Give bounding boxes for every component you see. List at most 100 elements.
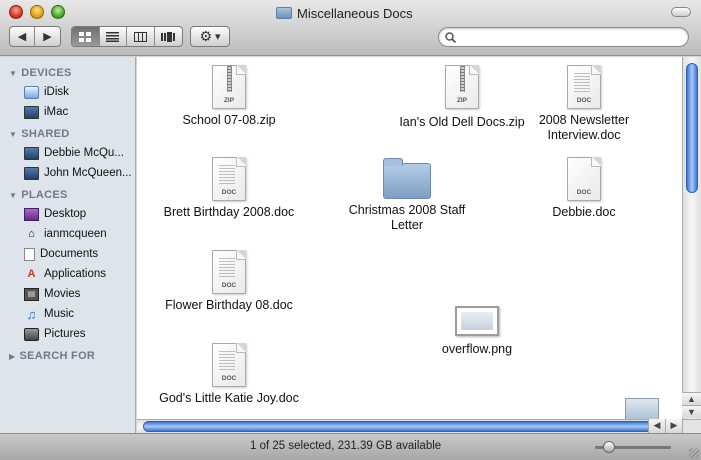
sidebar-header-label: DEVICES	[21, 67, 72, 79]
desktop-icon	[24, 207, 39, 221]
file-item[interactable]: DOC 2008 Newsletter Interview.doc	[531, 65, 637, 143]
window-title: Miscellaneous Docs	[276, 5, 413, 21]
scroll-left-button[interactable]: ◀	[648, 419, 665, 433]
nav-buttons: ◀ ▶	[9, 26, 61, 47]
document-icon: DOC	[567, 65, 601, 109]
shared-computer-icon	[24, 166, 39, 180]
sidebar-item-imac[interactable]: iMac	[0, 102, 135, 122]
down-arrow-icon: ▼	[687, 407, 696, 417]
sidebar-header-search[interactable]: ▶ SEARCH FOR	[0, 347, 135, 365]
horizontal-scroll-thumb[interactable]	[143, 421, 653, 432]
close-button[interactable]	[9, 5, 23, 19]
coverflow-view-icon	[161, 31, 176, 42]
back-button[interactable]: ◀	[10, 27, 36, 46]
file-item[interactable]: DOC God's Little Katie Joy.doc	[149, 343, 309, 406]
document-icon: DOC	[567, 157, 601, 201]
column-view-icon	[133, 31, 147, 42]
forward-button[interactable]: ▶	[35, 27, 60, 46]
file-name: Christmas 2008 Staff Letter	[348, 203, 466, 232]
documents-icon	[24, 247, 35, 261]
file-item[interactable]: DOC Debbie.doc	[539, 157, 629, 220]
music-icon: ♫	[26, 306, 37, 322]
sidebar-item-pictures[interactable]: Pictures	[0, 324, 135, 344]
sidebar-item-label: Music	[44, 308, 75, 320]
sidebar-header-shared[interactable]: ▼ SHARED	[0, 125, 135, 143]
minimize-button[interactable]	[30, 5, 44, 19]
left-arrow-icon: ◀	[653, 420, 661, 430]
chevron-down-icon: ▾	[215, 31, 221, 43]
file-name: Ian's Old Dell Docs.zip	[399, 115, 525, 129]
document-icon: DOC	[212, 343, 246, 387]
finder-window: Miscellaneous Docs ◀ ▶ ⚙ ▾ ▼ DEVICES iDi…	[0, 0, 701, 460]
sidebar-item-label: Pictures	[44, 328, 86, 340]
disclosure-triangle-icon[interactable]: ▼	[9, 69, 17, 78]
search-input[interactable]	[460, 29, 675, 45]
disclosure-triangle-icon[interactable]: ▼	[9, 191, 17, 200]
sidebar-header-places[interactable]: ▼ PLACES	[0, 186, 135, 204]
sidebar-item-label: iMac	[44, 106, 69, 118]
sidebar-item-label: Desktop	[44, 208, 87, 220]
idisk-icon	[24, 85, 39, 99]
file-item[interactable]: ZIP Ian's Old Dell Docs.zip	[387, 65, 537, 130]
resize-grip-icon[interactable]	[689, 448, 699, 458]
scroll-corner	[682, 419, 701, 433]
column-view-button[interactable]	[127, 27, 155, 46]
sidebar-item-label: Applications	[44, 268, 107, 280]
sidebar-item-idisk[interactable]: iDisk	[0, 82, 135, 102]
imac-icon	[24, 105, 39, 119]
icon-size-slider-knob[interactable]	[602, 441, 615, 453]
sidebar-header-label: SHARED	[21, 128, 70, 140]
sidebar-header-devices[interactable]: ▼ DEVICES	[0, 64, 135, 82]
file-item[interactable]	[622, 398, 662, 419]
file-item[interactable]: overflow.png	[427, 294, 527, 357]
horizontal-scrollbar[interactable]	[137, 419, 682, 433]
action-menu-button[interactable]: ⚙ ▾	[190, 26, 230, 47]
sidebar-item-john[interactable]: John McQueen...	[0, 163, 135, 183]
icon-view-area[interactable]: ZIP School 07-08.zip ZIP Ian's Old Dell …	[137, 57, 682, 419]
forward-arrow-icon: ▶	[43, 31, 52, 43]
file-name: School 07-08.zip	[182, 113, 276, 127]
home-icon: ⌂	[28, 227, 35, 240]
file-name: Debbie.doc	[552, 205, 616, 219]
icon-size-slider[interactable]	[595, 441, 671, 453]
action-button[interactable]: ⚙ ▾	[191, 27, 229, 46]
search-icon	[445, 31, 456, 43]
sidebar-item-movies[interactable]: ▤ Movies	[0, 284, 135, 304]
vertical-scrollbar[interactable]	[682, 57, 701, 419]
folder-icon	[276, 7, 292, 19]
vertical-scroll-thumb[interactable]	[686, 63, 698, 193]
sidebar-item-music[interactable]: ♫ Music	[0, 304, 135, 324]
scroll-down-button[interactable]: ▼	[682, 405, 701, 418]
file-item[interactable]: Christmas 2008 Staff Letter	[337, 157, 477, 233]
list-view-button[interactable]	[100, 27, 127, 46]
up-arrow-icon: ▲	[687, 394, 696, 404]
coverflow-view-button[interactable]	[155, 27, 182, 46]
search-field[interactable]	[438, 27, 689, 47]
file-item[interactable]: ZIP School 07-08.zip	[159, 65, 299, 128]
file-name: God's Little Katie Joy.doc	[159, 391, 299, 405]
scroll-right-button[interactable]: ▶	[665, 419, 682, 433]
icon-view-button[interactable]	[72, 27, 100, 46]
sidebar-item-documents[interactable]: Documents	[0, 244, 135, 264]
zip-file-icon: ZIP	[445, 65, 479, 109]
file-item[interactable]: DOC Flower Birthday 08.doc	[159, 250, 299, 313]
sidebar-item-desktop[interactable]: Desktop	[0, 204, 135, 224]
sidebar-item-debbie[interactable]: Debbie McQu...	[0, 143, 135, 163]
sidebar-item-home[interactable]: ⌂ ianmcqueen	[0, 224, 135, 244]
folder-icon	[383, 158, 431, 199]
disclosure-triangle-icon[interactable]: ▶	[9, 352, 15, 361]
sidebar: ▼ DEVICES iDisk iMac ▼ SHARED Debbie McQu.…	[0, 57, 136, 433]
shared-computer-icon	[24, 146, 39, 160]
icon-view-icon	[79, 31, 92, 42]
file-item[interactable]: DOC Brett Birthday 2008.doc	[159, 157, 299, 220]
scroll-up-button[interactable]: ▲	[682, 392, 701, 405]
sidebar-item-applications[interactable]: A Applications	[0, 264, 135, 284]
toolbar-toggle-button[interactable]	[671, 7, 691, 17]
sidebar-item-label: Debbie McQu...	[44, 147, 124, 159]
disclosure-triangle-icon[interactable]: ▼	[9, 130, 17, 139]
sidebar-item-label: John McQueen...	[44, 167, 132, 179]
window-title-text: Miscellaneous Docs	[297, 5, 413, 21]
applications-icon: A	[27, 267, 36, 280]
zoom-button[interactable]	[51, 5, 65, 19]
document-icon: DOC	[212, 157, 246, 201]
